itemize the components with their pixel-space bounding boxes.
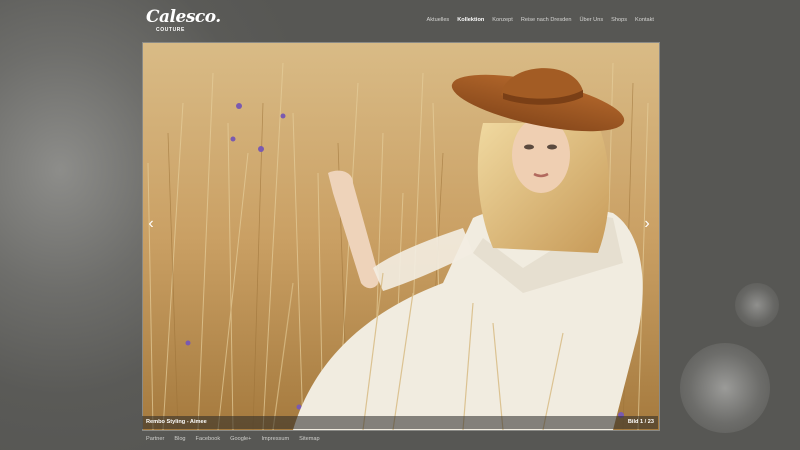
footer-link-partner[interactable]: Partner (146, 436, 164, 442)
nav-item-konzept[interactable]: Konzept (492, 17, 513, 23)
background-bokeh-small (735, 283, 779, 327)
nav-item-ueber-uns[interactable]: Über Uns (580, 17, 604, 23)
footer-link-facebook[interactable]: Facebook (196, 436, 221, 442)
footer-link-sitemap[interactable]: Sitemap (299, 436, 320, 442)
nav-item-kollektion[interactable]: Kollektion (457, 17, 484, 23)
photo-illustration (143, 43, 659, 430)
footer-link-impressum[interactable]: Impressum (261, 436, 289, 442)
background-bokeh-large (680, 343, 770, 433)
logo-sub-text: COUTURE (156, 27, 185, 33)
nav-item-shops[interactable]: Shops (611, 17, 627, 23)
footer-link-blog[interactable]: Blog (174, 436, 185, 442)
footer-links: Partner Blog Facebook Google+ Impressum … (146, 436, 320, 442)
nav-item-reise-nach-dresden[interactable]: Reise nach Dresden (521, 17, 572, 23)
main-nav: Aktuelles Kollektion Konzept Reise nach … (427, 17, 654, 23)
brand-logo[interactable]: Calesco. COUTURE (146, 8, 221, 34)
gallery-caption-bar: Rembo Styling - Aimee Bild 1 / 23 (142, 416, 658, 429)
gallery-counter: Bild 1 / 23 (627, 419, 654, 425)
gallery-prev-button[interactable]: ‹ (144, 215, 158, 233)
gallery-next-button[interactable]: › (640, 215, 654, 233)
chevron-left-icon: ‹ (148, 215, 154, 232)
logo-script-text: Calesco. (146, 7, 221, 27)
nav-item-kontakt[interactable]: Kontakt (635, 17, 654, 23)
gallery-photo[interactable] (142, 42, 660, 431)
footer-link-google-plus[interactable]: Google+ (230, 436, 251, 442)
nav-item-aktuelles[interactable]: Aktuelles (427, 17, 450, 23)
gallery-caption: Rembo Styling - Aimee (146, 419, 207, 425)
chevron-right-icon: › (644, 215, 650, 232)
